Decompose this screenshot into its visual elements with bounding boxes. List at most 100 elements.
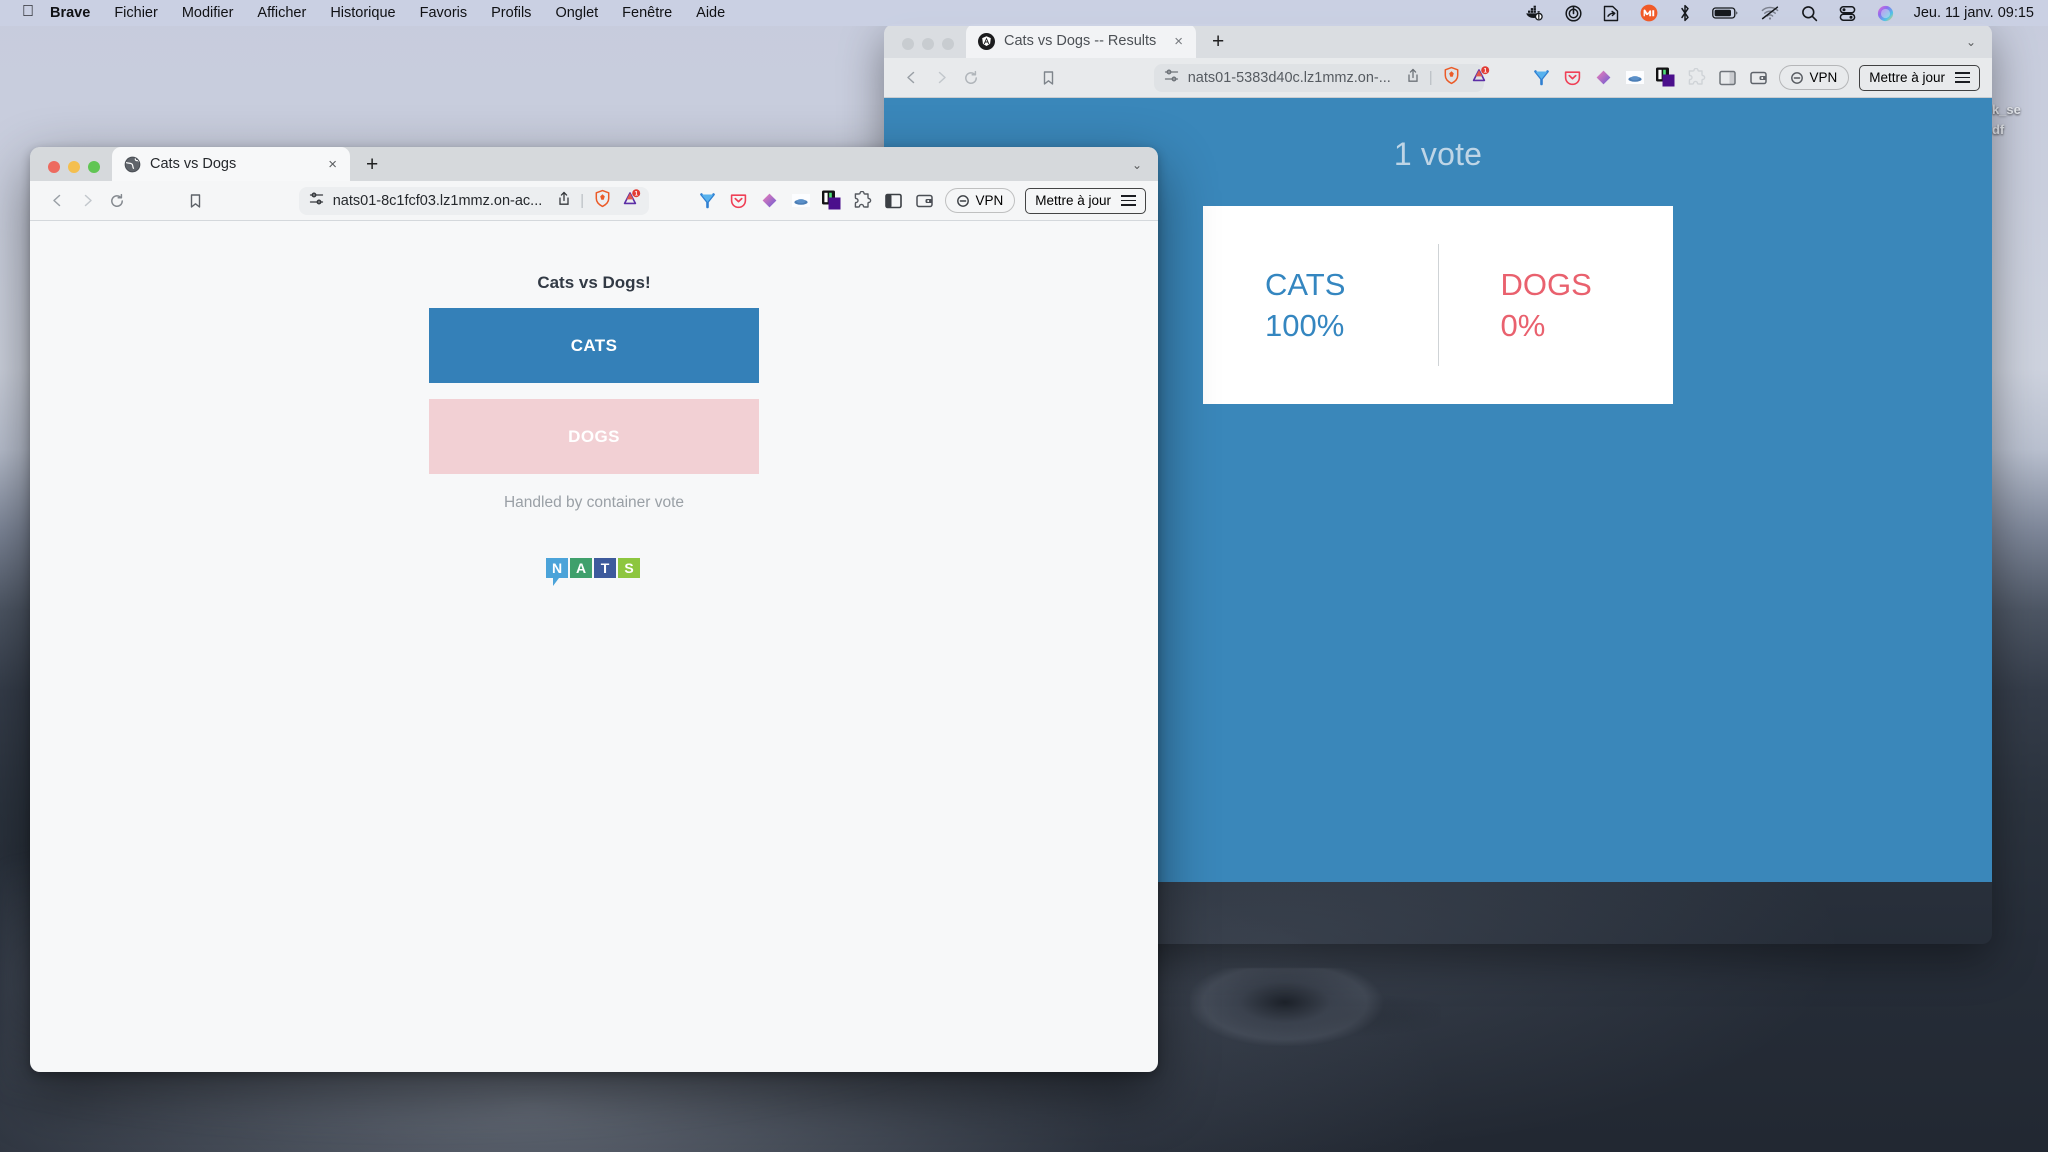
menu-item-afficher[interactable]: Afficher [257,5,306,21]
menu-item-historique[interactable]: Historique [330,5,395,21]
m-app-icon[interactable] [1640,4,1658,22]
wallpaper-rock-lower [1190,968,1440,1046]
nats-speech-tail [553,578,559,586]
back-button[interactable] [896,63,926,93]
share-icon[interactable] [557,191,571,210]
svg-text:1: 1 [1483,68,1487,75]
extensions-row: VPN Mettre à jour [1531,64,1980,91]
menu-icon[interactable] [1955,72,1970,83]
extension-alert-icon[interactable]: 1 [1470,66,1490,89]
update-button[interactable]: Mettre à jour [1025,187,1146,214]
brave-shield-icon[interactable] [1442,66,1461,89]
control-center-icon[interactable] [1839,5,1856,22]
menu-item-fenetre[interactable]: Fenêtre [622,5,672,21]
docker-icon[interactable] [1525,5,1544,21]
reload-button[interactable] [956,63,986,93]
battery-icon[interactable] [1711,6,1739,20]
vote-cats-button[interactable]: CATS [429,308,759,383]
brave-shield-icon[interactable] [593,189,612,212]
vpn-status-icon [957,194,970,207]
puzzle-icon[interactable] [1686,67,1707,88]
diamond-icon[interactable] [1593,67,1614,88]
apple-logo-icon[interactable]:  [22,3,34,21]
chevron-down-icon[interactable]: ⌄ [1966,35,1976,49]
address-bar[interactable]: nats01-8c1fcf03.lz1mmz.on-ac... | 1 [298,186,649,215]
update-label: Mettre à jour [1035,193,1111,208]
handler-note: Handled by container vote [503,494,685,511]
forward-button[interactable] [72,186,102,216]
minimize-window-button[interactable] [922,38,934,50]
tab-close-button[interactable]: × [325,156,340,173]
url-text: nats01-8c1fcf03.lz1mmz.on-ac... [332,192,543,209]
page-title: Cats vs Dogs! [537,273,651,292]
purple-app-icon[interactable] [821,190,842,211]
update-button[interactable]: Mettre à jour [1859,64,1980,91]
chevron-down-icon[interactable]: ⌄ [1132,158,1142,172]
bookmark-icon[interactable] [1034,63,1064,93]
wallet-icon[interactable] [914,190,935,211]
search-icon[interactable] [1801,5,1818,22]
cloud-icon[interactable] [790,190,811,211]
back-button[interactable] [42,186,72,216]
wifi-off-icon[interactable] [1760,5,1780,21]
vpn-button[interactable]: VPN [1779,65,1850,90]
sidebar-icon[interactable] [1717,67,1738,88]
cats-percent: 100% [1265,308,1345,343]
vote-dogs-button[interactable]: DOGS [429,399,759,474]
tab-close-button[interactable]: × [1171,33,1186,50]
nats-letter-a: A [570,558,592,578]
menu-item-favoris[interactable]: Favoris [420,5,468,21]
menu-item-aide[interactable]: Aide [696,5,725,21]
reload-button[interactable] [102,186,132,216]
close-window-button[interactable] [902,38,914,50]
bluetooth-icon[interactable] [1679,4,1691,22]
power-icon[interactable] [1565,4,1582,22]
new-tab-button[interactable]: + [366,154,378,175]
desktop-icon-labels: ok_se odf [1984,100,2048,140]
purple-app-icon[interactable] [1655,67,1676,88]
siri-icon[interactable] [1877,5,1894,22]
menu-item-fichier[interactable]: Fichier [114,5,158,21]
pocket-icon[interactable] [1562,67,1583,88]
menu-icon[interactable] [1121,195,1136,206]
extensions-row: VPN Mettre à jour [697,187,1146,214]
puzzle-icon[interactable] [852,190,873,211]
zoom-window-button[interactable] [942,38,954,50]
new-tab-button[interactable]: + [1212,31,1224,52]
menu-item-profils[interactable]: Profils [491,5,531,21]
forward-button[interactable] [926,63,956,93]
window-traffic-lights[interactable] [902,38,954,50]
window-chrome: Cats vs Dogs × + ⌄ nats01-8c1fcf03.lz1mm… [30,147,1158,221]
cats-result: CATS 100% [1203,264,1438,346]
yubico-icon[interactable] [1531,67,1552,88]
extension-alert-icon[interactable]: 1 [621,189,641,212]
site-settings-icon[interactable] [1164,68,1179,87]
dogs-result: DOGS 0% [1439,264,1674,346]
cloud-icon[interactable] [1624,67,1645,88]
menu-item-onglet[interactable]: Onglet [555,5,598,21]
menu-item-brave[interactable]: Brave [50,5,90,21]
sidebar-icon[interactable] [883,190,904,211]
window-traffic-lights[interactable] [48,161,100,173]
wallet-icon[interactable] [1748,67,1769,88]
screenshot-icon[interactable] [1603,5,1619,22]
nats-letter-n: N [546,558,568,578]
address-bar[interactable]: nats01-5383d40c.lz1mmz.on-... | 1 [1153,63,1489,92]
tab-cats-vs-dogs-results[interactable]: Cats vs Dogs -- Results × [966,24,1196,58]
bookmark-icon[interactable] [181,186,211,216]
zoom-window-button[interactable] [88,161,100,173]
desktop-icon-label: ok_se [1984,102,2021,117]
vpn-button[interactable]: VPN [945,188,1016,213]
diamond-icon[interactable] [759,190,780,211]
globe-icon [124,156,141,173]
pocket-icon[interactable] [728,190,749,211]
site-settings-icon[interactable] [309,191,324,210]
minimize-window-button[interactable] [68,161,80,173]
close-window-button[interactable] [48,161,60,173]
yubico-icon[interactable] [697,190,718,211]
browser-window-vote[interactable]: Cats vs Dogs × + ⌄ nats01-8c1fcf03.lz1mm… [30,147,1158,1072]
share-icon[interactable] [1406,68,1420,87]
menu-bar-clock[interactable]: Jeu. 11 janv. 09:15 [1914,5,2034,21]
tab-cats-vs-dogs[interactable]: Cats vs Dogs × [112,147,350,181]
menu-item-modifier[interactable]: Modifier [182,5,234,21]
